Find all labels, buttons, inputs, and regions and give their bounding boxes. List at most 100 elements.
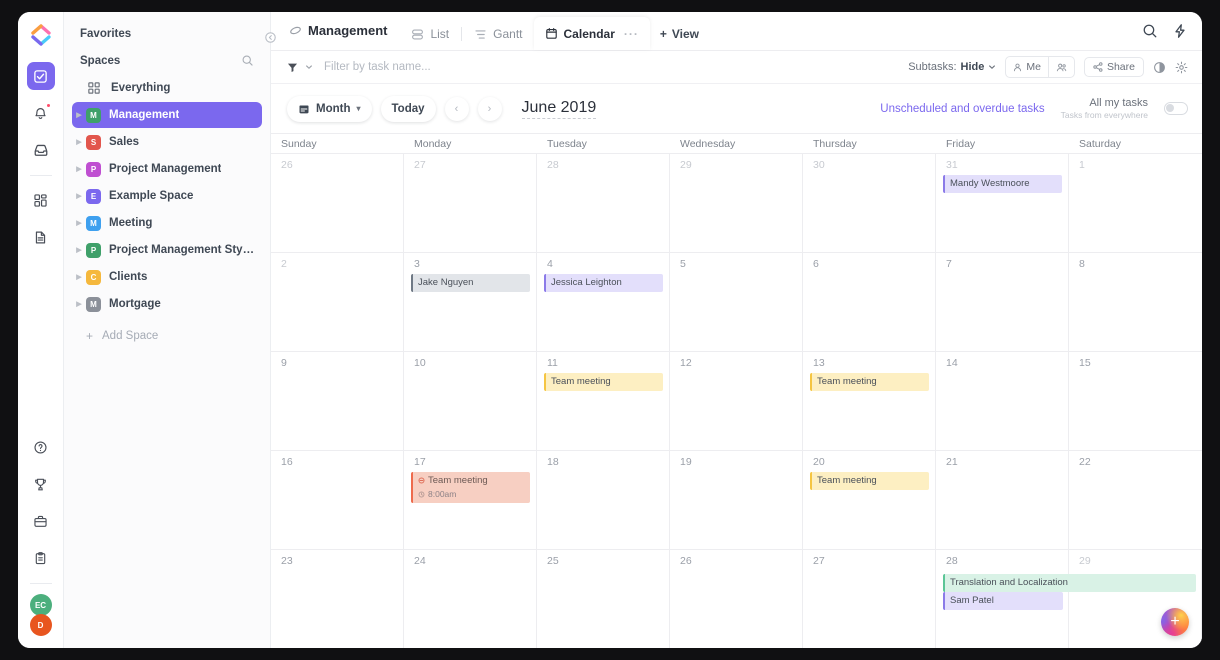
clickup-logo-icon[interactable]	[27, 22, 55, 50]
search-icon[interactable]	[241, 54, 254, 67]
chevron-right-icon[interactable]: ▶	[72, 220, 86, 227]
filter-task-name-input[interactable]: Filter by task name...	[324, 61, 431, 73]
sidebar-item-space[interactable]: ▶ E Example Space	[72, 183, 262, 209]
calendar-day-cell[interactable]: 10	[404, 352, 537, 450]
palette-icon[interactable]	[1153, 61, 1166, 74]
calendar-day-cell[interactable]: 18	[537, 451, 670, 549]
calendar-event[interactable]: Team meeting 8:00am	[411, 472, 530, 503]
calendar-day-cell[interactable]: 22	[1069, 451, 1202, 549]
tab-calendar[interactable]: Calendar ···	[533, 17, 650, 50]
sidebar-item-space[interactable]: ▶ S Sales	[72, 129, 262, 155]
filter-icon[interactable]	[287, 62, 298, 73]
calendar-day-cell[interactable]: 8	[1069, 253, 1202, 351]
calendar-event[interactable]: Jessica Leighton	[544, 274, 663, 292]
gear-icon[interactable]	[1175, 61, 1188, 74]
calendar-day-cell[interactable]: 19	[670, 451, 803, 549]
share-button[interactable]: Share	[1083, 57, 1144, 77]
calendar-day-cell[interactable]: 26	[271, 154, 404, 252]
chevron-down-icon[interactable]	[305, 63, 313, 71]
calendar-event[interactable]: Sam Patel	[943, 592, 1063, 610]
sidebar-item-space[interactable]: ▶ P Project Management Styles	[72, 237, 262, 263]
prev-month-button[interactable]: ‹	[444, 96, 469, 121]
add-task-button[interactable]: +	[1161, 608, 1189, 636]
calendar-day-cell[interactable]: 6	[803, 253, 936, 351]
calendar-day-cell[interactable]: 26	[670, 550, 803, 648]
sidebar-item-everything[interactable]: Everything	[72, 75, 262, 101]
calendar-day-cell[interactable]: 27	[404, 154, 537, 252]
add-view-button[interactable]: + View	[650, 18, 709, 50]
tab-overflow-menu[interactable]: ···	[624, 27, 639, 41]
calendar-day-cell[interactable]: 7	[936, 253, 1069, 351]
rail-item-clipboard[interactable]	[27, 544, 55, 572]
chevron-right-icon[interactable]: ▶	[72, 301, 86, 308]
calendar-day-cell[interactable]: 5	[670, 253, 803, 351]
rail-item-tasks[interactable]	[26, 62, 55, 90]
calendar-event[interactable]: Jake Nguyen	[411, 274, 530, 292]
add-space-button[interactable]: + Add Space	[72, 323, 262, 349]
tab-list[interactable]: List	[400, 18, 460, 50]
calendar-event[interactable]: Team meeting	[544, 373, 663, 391]
chevron-right-icon[interactable]: ▶	[72, 193, 86, 200]
calendar-day-cell[interactable]: 24	[404, 550, 537, 648]
calendar-day-cell[interactable]: 31 Mandy Westmoore	[936, 154, 1069, 252]
avatar-ec[interactable]: EC	[29, 594, 52, 616]
calendar-day-cell[interactable]: 29	[670, 154, 803, 252]
day-number: 24	[414, 555, 426, 567]
next-month-button[interactable]: ›	[477, 96, 502, 121]
calendar-event[interactable]: Team meeting	[810, 373, 929, 391]
chevron-right-icon[interactable]: ▶	[72, 112, 86, 119]
sidebar-item-space[interactable]: ▶ M Meeting	[72, 210, 262, 236]
chevron-right-icon[interactable]: ▶	[72, 139, 86, 146]
calendar-day-cell[interactable]: 28	[537, 154, 670, 252]
calendar-day-cell[interactable]: 27	[803, 550, 936, 648]
calendar-day-cell[interactable]: 13 Team meeting	[803, 352, 936, 450]
calendar-event[interactable]: Mandy Westmoore	[943, 175, 1062, 193]
calendar-event[interactable]: Translation and Localization	[943, 574, 1196, 592]
calendar-day-cell[interactable]: 14	[936, 352, 1069, 450]
calendar-day-cell[interactable]: 25	[537, 550, 670, 648]
rail-item-help[interactable]	[27, 433, 55, 461]
unscheduled-overdue-link[interactable]: Unscheduled and overdue tasks	[880, 103, 1044, 115]
filter-me-button[interactable]: Me	[1006, 57, 1048, 77]
today-button[interactable]: Today	[380, 95, 436, 122]
rail-item-dashboards[interactable]	[27, 186, 55, 214]
calendar-day-cell[interactable]: 23	[271, 550, 404, 648]
view-mode-dropdown[interactable]: Month ▾	[287, 95, 372, 122]
calendar-day-cell[interactable]: 12	[670, 352, 803, 450]
chevron-right-icon[interactable]: ▶	[72, 166, 86, 173]
calendar-event[interactable]: Team meeting	[810, 472, 929, 490]
rail-item-inbox[interactable]	[27, 136, 55, 164]
all-my-tasks-toggle[interactable]	[1164, 102, 1188, 115]
rail-item-goals[interactable]	[27, 470, 55, 498]
calendar-day-cell[interactable]: 21	[936, 451, 1069, 549]
calendar-day-cell[interactable]: 9	[271, 352, 404, 450]
sidebar-item-space[interactable]: ▶ C Clients	[72, 264, 262, 290]
calendar-day-cell[interactable]: 1	[1069, 154, 1202, 252]
calendar-day-cell[interactable]: 11 Team meeting	[537, 352, 670, 450]
sidebar-item-space[interactable]: ▶ M Mortgage	[72, 291, 262, 317]
month-title[interactable]: June 2019	[521, 99, 597, 119]
calendar-day-cell[interactable]: 20 Team meeting	[803, 451, 936, 549]
calendar-day-cell[interactable]: 2	[271, 253, 404, 351]
calendar-day-cell[interactable]: 15	[1069, 352, 1202, 450]
lightning-bolt-icon[interactable]	[1172, 23, 1188, 39]
rail-item-notifications[interactable]	[27, 99, 55, 127]
chevron-right-icon[interactable]: ▶	[72, 247, 86, 254]
sidebar-item-space[interactable]: ▶ P Project Management	[72, 156, 262, 182]
calendar-day-cell[interactable]: 30	[803, 154, 936, 252]
sidebar-item-space[interactable]: ▶ M Management	[72, 102, 262, 128]
rail-item-docs[interactable]	[27, 223, 55, 251]
chevron-right-icon[interactable]: ▶	[72, 274, 86, 281]
breadcrumb[interactable]: Management	[287, 12, 400, 50]
calendar-day-cell[interactable]: 3 Jake Nguyen	[404, 253, 537, 351]
filter-people-button[interactable]	[1047, 57, 1074, 77]
calendar-day-cell[interactable]: 17 Team meeting 8:00am	[404, 451, 537, 549]
event-title-row: Team meeting	[817, 376, 924, 388]
tab-gantt[interactable]: Gantt	[463, 18, 533, 50]
search-icon[interactable]	[1142, 23, 1158, 39]
subtasks-dropdown[interactable]: Subtasks: Hide	[908, 61, 996, 73]
calendar-day-cell[interactable]: 16	[271, 451, 404, 549]
rail-item-toolbox[interactable]	[27, 507, 55, 535]
calendar-day-cell[interactable]: 4 Jessica Leighton	[537, 253, 670, 351]
avatar-d[interactable]: D	[29, 614, 52, 636]
